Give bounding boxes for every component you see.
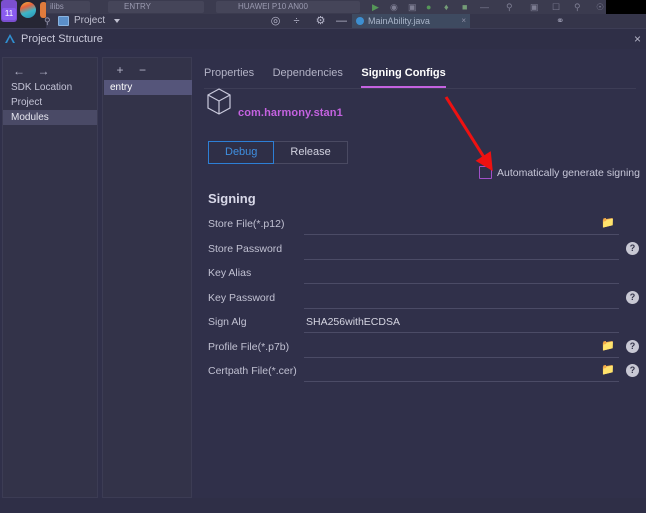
ide-module-chip-1-label: ilibs xyxy=(50,2,64,11)
run-icon[interactable]: ▶ xyxy=(372,2,381,12)
tabs-divider xyxy=(204,88,636,89)
modules-list: entry xyxy=(104,80,192,95)
field-label-certpath-file: Certpath File(*.cer) xyxy=(208,365,297,377)
back-arrow-icon[interactable]: ← xyxy=(9,64,29,78)
field-input-store-password[interactable] xyxy=(304,240,619,260)
attach-icon[interactable]: ▣ xyxy=(408,2,417,12)
dialog-title: Project Structure xyxy=(21,33,103,45)
field-label-sign-alg: Sign Alg xyxy=(208,316,247,328)
close-icon[interactable]: × xyxy=(634,29,641,49)
screen-root: 11 ilibs ENTRY HUAWEI P10 AN00 ▶ ◉ ▣ ● ♦… xyxy=(0,0,646,513)
field-row-certpath-file: Certpath File(*.cer) 📁 ? xyxy=(196,362,644,387)
package-name-label: com.harmony.stan1 xyxy=(238,107,343,119)
tab-signing-configs[interactable]: Signing Configs xyxy=(361,63,447,88)
help-icon-store-password[interactable]: ? xyxy=(626,241,639,255)
dialog-titlebar: Project Structure × xyxy=(0,29,646,49)
build-variant-toggle: Debug Release xyxy=(208,141,348,164)
help-icon-profile-file[interactable]: ? xyxy=(626,339,639,353)
module-cube-icon xyxy=(207,88,231,115)
taskbar-badge: 11 xyxy=(2,8,16,20)
field-input-key-password[interactable] xyxy=(304,289,619,309)
coverage-icon[interactable]: ♦ xyxy=(444,2,453,12)
target-icon[interactable]: ◎ xyxy=(269,15,282,28)
auto-generate-signing-label: Automatically generate signing xyxy=(496,166,640,179)
settings-gear-icon[interactable]: ⚙ xyxy=(314,15,327,28)
auto-generate-signing-checkbox[interactable] xyxy=(478,166,492,179)
field-input-profile-file[interactable] xyxy=(304,338,619,358)
collapse-all-icon[interactable]: ÷ xyxy=(290,15,303,28)
signing-form: Store File(*.p12) 📁 Store Password ? Key… xyxy=(196,215,644,387)
project-view-label: Project xyxy=(74,15,106,26)
build-variant-release[interactable]: Release xyxy=(274,141,348,164)
field-row-sign-alg: Sign Alg SHA256withECDSA xyxy=(196,313,644,338)
layout-icon[interactable]: ☐ xyxy=(552,2,561,12)
hide-icon[interactable]: — xyxy=(335,15,348,28)
field-label-profile-file: Profile File(*.p7b) xyxy=(208,340,290,353)
folder-icon-certpath-file[interactable]: 📁 xyxy=(601,364,615,377)
field-row-profile-file: Profile File(*.p7b) 📁 ? xyxy=(196,338,644,363)
build-variant-debug[interactable]: Debug xyxy=(208,141,275,164)
field-row-key-alias: Key Alias xyxy=(196,264,644,289)
ide-run-config-label: ENTRY xyxy=(124,2,151,11)
field-value-sign-alg: SHA256withECDSA xyxy=(306,316,400,328)
dialog-bottom-bar xyxy=(0,498,646,513)
folder-icon-store-file[interactable]: 📁 xyxy=(601,217,615,230)
search-everywhere-icon[interactable]: ⚲ xyxy=(506,2,515,12)
module-config-content: Properties Dependencies Signing Configs … xyxy=(196,57,644,498)
help-icon-certpath-file[interactable]: ? xyxy=(626,364,639,377)
add-module-button[interactable]: + xyxy=(111,63,129,77)
field-input-certpath-file[interactable] xyxy=(304,362,619,382)
java-file-icon xyxy=(356,17,364,25)
chevron-down-icon[interactable] xyxy=(114,19,120,23)
background-ide-strip: 11 ilibs ENTRY HUAWEI P10 AN00 ▶ ◉ ▣ ● ♦… xyxy=(0,0,646,28)
modules-toolbar: + − xyxy=(111,61,151,79)
project-view-icon xyxy=(58,16,69,26)
field-row-store-password: Store Password ? xyxy=(196,240,644,265)
nav-item-modules[interactable]: Modules xyxy=(3,110,97,125)
nav-item-sdk-location[interactable]: SDK Location xyxy=(3,80,97,95)
field-input-key-alias[interactable] xyxy=(304,264,619,284)
field-input-store-file[interactable] xyxy=(304,215,619,235)
field-label-key-password: Key Password xyxy=(208,291,276,304)
field-label-key-alias: Key Alias xyxy=(208,267,252,279)
folder-icon-profile-file[interactable]: 📁 xyxy=(601,340,615,353)
project-structure-dialog: Project Structure × ← → SDK Location Pro… xyxy=(0,28,646,513)
field-label-store-file: Store File(*.p12) xyxy=(208,218,285,230)
remove-module-button[interactable]: − xyxy=(133,63,151,77)
dialog-nav-panel: ← → SDK Location Project Modules xyxy=(2,57,98,498)
help-icon-key-password[interactable]: ? xyxy=(626,290,639,304)
browser-icon[interactable] xyxy=(20,2,36,18)
forward-arrow-icon[interactable]: → xyxy=(33,64,53,78)
device-manager-icon[interactable]: ▣ xyxy=(530,2,539,12)
app-logo-icon xyxy=(5,34,15,43)
stop-icon[interactable]: ■ xyxy=(462,2,471,12)
ide-device-label: HUAWEI P10 AN00 xyxy=(238,2,308,11)
account-icon[interactable]: ☉ xyxy=(596,2,605,12)
profile-icon[interactable]: ● xyxy=(426,2,435,12)
wifi-icon: ⚭ xyxy=(556,16,565,27)
tab-dependencies[interactable]: Dependencies xyxy=(273,63,343,85)
field-row-store-file: Store File(*.p12) 📁 xyxy=(196,215,644,240)
os-taskbar: 11 xyxy=(0,0,47,28)
signing-section-title: Signing xyxy=(208,191,256,206)
field-row-key-password: Key Password ? xyxy=(196,289,644,314)
close-icon[interactable]: × xyxy=(461,14,466,28)
debug-icon[interactable]: ◉ xyxy=(390,2,399,12)
editor-tab-mainability[interactable]: MainAbility.java × xyxy=(352,14,470,28)
editor-tab-label: MainAbility.java xyxy=(368,16,430,26)
modules-panel: + − entry xyxy=(102,57,192,498)
field-label-store-password: Store Password xyxy=(208,242,283,255)
pin-icon[interactable]: ⚲ xyxy=(44,16,51,27)
nav-item-project[interactable]: Project xyxy=(3,95,97,110)
ide-toolbar-top: ilibs ENTRY HUAWEI P10 AN00 ▶ ◉ ▣ ● ♦ ■ … xyxy=(46,0,646,14)
nav-list: SDK Location Project Modules xyxy=(3,80,97,125)
nav-history-controls: ← → xyxy=(9,62,53,80)
minimize-icon[interactable]: — xyxy=(480,2,489,12)
search-icon[interactable]: ⚲ xyxy=(574,2,583,12)
tab-properties[interactable]: Properties xyxy=(204,63,254,85)
config-tabs: Properties Dependencies Signing Configs xyxy=(204,63,460,88)
auto-generate-signing-row[interactable]: Automatically generate signing xyxy=(478,166,640,179)
module-item-entry[interactable]: entry xyxy=(104,80,192,95)
